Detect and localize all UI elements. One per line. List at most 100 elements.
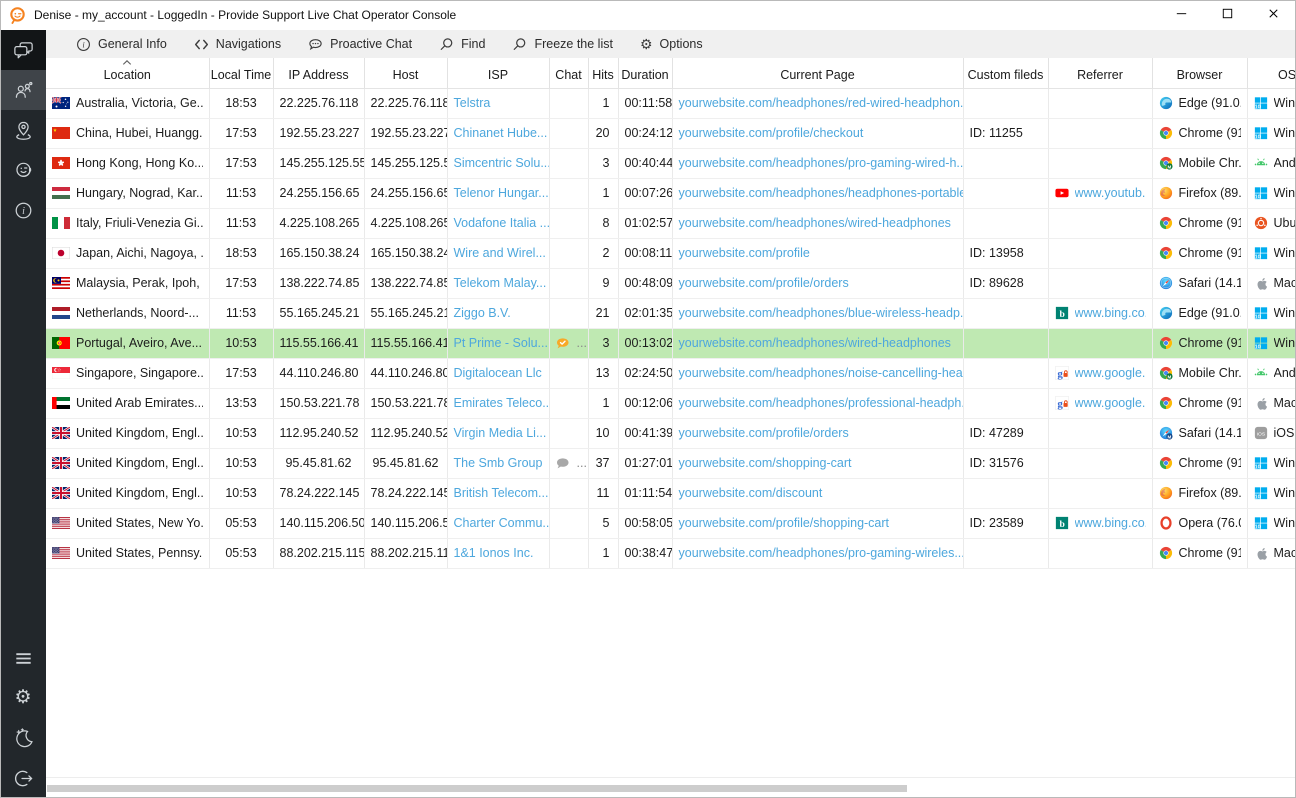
visitor-row[interactable]: China, Hubei, Huangg...17:53192.55.23.22… — [46, 118, 1296, 148]
current-page-link[interactable]: yourwebsite.com/profile/orders — [679, 426, 849, 440]
sidebar-item-menu[interactable] — [0, 638, 46, 678]
sidebar-item-theme[interactable] — [0, 718, 46, 758]
column-header-referrer[interactable]: Referrer — [1048, 58, 1152, 88]
isp-link[interactable]: Telekom Malay... — [454, 276, 547, 290]
column-header-host[interactable]: Host — [364, 58, 447, 88]
toolbar-item-find[interactable]: Find — [439, 37, 485, 52]
current-page-link[interactable]: yourwebsite.com/headphones/pro-gaming-wi… — [679, 546, 964, 560]
current-page-link[interactable]: yourwebsite.com/headphones/noise-cancell… — [679, 366, 964, 380]
isp-cell: Chinanet Hube... — [447, 118, 549, 148]
toolbar-item-options[interactable]: ⚙Options — [640, 37, 703, 51]
youtube-icon — [1055, 186, 1069, 200]
minimize-button[interactable] — [1158, 0, 1204, 30]
visitor-row[interactable]: United Arab Emirates...13:53150.53.221.7… — [46, 388, 1296, 418]
toolbar-label: General Info — [98, 37, 167, 51]
isp-link[interactable]: Ziggo B.V. — [454, 306, 511, 320]
browser-label: Safari (14.1) — [1179, 276, 1241, 290]
close-button[interactable] — [1250, 0, 1296, 30]
isp-link[interactable]: Telstra — [454, 96, 491, 110]
sidebar-item-geo-location[interactable] — [0, 110, 46, 150]
current-page-link[interactable]: yourwebsite.com/headphones/wired-headpho… — [679, 216, 951, 230]
magnifier-icon — [512, 37, 527, 52]
current-page-link[interactable]: yourwebsite.com/profile/checkout — [679, 126, 864, 140]
isp-link[interactable]: British Telecom... — [454, 486, 549, 500]
visitor-row[interactable]: Singapore, Singapore...17:5344.110.246.8… — [46, 358, 1296, 388]
win10-icon: 10 — [1254, 186, 1268, 200]
chat-cell — [549, 208, 588, 238]
referrer-link[interactable]: www.youtub... — [1075, 186, 1146, 200]
current-page-link[interactable]: yourwebsite.com/discount — [679, 486, 823, 500]
isp-link[interactable]: Pt Prime - Solu... — [454, 336, 548, 350]
column-header-custom-fileds[interactable]: Custom fileds — [963, 58, 1048, 88]
column-header-local-time[interactable]: Local Time — [209, 58, 273, 88]
column-header-ip-address[interactable]: IP Address — [273, 58, 364, 88]
sidebar-item-logout[interactable] — [0, 758, 46, 798]
visitor-row[interactable]: Malaysia, Perak, Ipoh, ...17:53138.222.7… — [46, 268, 1296, 298]
host-cell: 165.150.38.24 — [364, 238, 447, 268]
referrer-link[interactable]: www.google... — [1075, 366, 1146, 380]
isp-link[interactable]: Vodafone Italia ... — [454, 216, 550, 230]
column-header-location[interactable]: Location — [46, 58, 209, 88]
referrer-link[interactable]: www.bing.co... — [1075, 306, 1146, 320]
isp-link[interactable]: Chinanet Hube... — [454, 126, 548, 140]
isp-link[interactable]: Simcentric Solu... — [454, 156, 550, 170]
current-page-link[interactable]: yourwebsite.com/headphones/blue-wireless… — [679, 306, 964, 320]
visitor-row[interactable]: United States, Pennsy...05:5388.202.215.… — [46, 538, 1296, 568]
referrer-link[interactable]: www.google... — [1075, 396, 1146, 410]
sidebar-item-visitors[interactable] — [0, 70, 46, 110]
referrer-link[interactable]: www.bing.co... — [1075, 516, 1146, 530]
browser-label: Opera (76.0) — [1179, 516, 1241, 530]
visitor-row[interactable]: Japan, Aichi, Nagoya, ...18:53165.150.38… — [46, 238, 1296, 268]
isp-link[interactable]: Charter Commu... — [454, 516, 550, 530]
visitor-row[interactable]: United Kingdom, Engl...10:5378.24.222.14… — [46, 478, 1296, 508]
current-page-link[interactable]: yourwebsite.com/headphones/professional-… — [679, 396, 964, 410]
visitor-row[interactable]: Portugal, Aveiro, Ave...10:53115.55.166.… — [46, 328, 1296, 358]
visitor-row[interactable]: United Kingdom, Engl...10:53112.95.240.5… — [46, 418, 1296, 448]
current-page-link[interactable]: yourwebsite.com/headphones/wired-headpho… — [679, 336, 951, 350]
isp-link[interactable]: Emirates Teleco... — [454, 396, 550, 410]
sidebar-item-settings[interactable]: ⚙ — [0, 678, 46, 718]
visitor-row[interactable]: United Kingdom, Engl...10:5395.45.81.629… — [46, 448, 1296, 478]
local-time-cell: 10:53 — [209, 448, 273, 478]
current-page-link[interactable]: yourwebsite.com/profile/shopping-cart — [679, 516, 890, 530]
isp-link[interactable]: The Smb Group — [454, 456, 543, 470]
sidebar-item-info[interactable]: i — [0, 190, 46, 230]
current-page-link[interactable]: yourwebsite.com/headphones/headphones-po… — [679, 186, 964, 200]
toolbar-item-proactive-chat[interactable]: Proactive Chat — [308, 37, 412, 52]
hits-cell: 11 — [588, 478, 618, 508]
current-page-link[interactable]: yourwebsite.com/shopping-cart — [679, 456, 852, 470]
visitor-row[interactable]: United States, New Yo...05:53140.115.206… — [46, 508, 1296, 538]
column-header-browser[interactable]: Browser — [1152, 58, 1247, 88]
isp-link[interactable]: Wire and Wirel... — [454, 246, 546, 260]
toolbar-item-general-info[interactable]: iGeneral Info — [76, 37, 167, 52]
isp-link[interactable]: Telenor Hungar... — [454, 186, 549, 200]
toolbar-item-freeze-the-list[interactable]: Freeze the list — [512, 37, 613, 52]
column-header-isp[interactable]: ISP — [447, 58, 549, 88]
sidebar-item-chats[interactable] — [0, 30, 46, 70]
current-page-link[interactable]: yourwebsite.com/profile — [679, 246, 810, 260]
column-header-hits[interactable]: Hits — [588, 58, 618, 88]
visitor-row[interactable]: Hungary, Nograd, Kar...11:5324.255.156.6… — [46, 178, 1296, 208]
current-page-link[interactable]: yourwebsite.com/headphones/red-wired-hea… — [679, 96, 964, 110]
isp-link[interactable]: 1&1 Ionos Inc. — [454, 546, 534, 560]
scrollbar-thumb[interactable] — [47, 785, 907, 792]
visitor-row[interactable]: Australia, Victoria, Ge...18:5322.225.76… — [46, 88, 1296, 118]
column-header-chat[interactable]: Chat — [549, 58, 588, 88]
visitor-row[interactable]: Netherlands, Noord-...11:5355.165.245.21… — [46, 298, 1296, 328]
current-page-link[interactable]: yourwebsite.com/headphones/pro-gaming-wi… — [679, 156, 964, 170]
hits-cell: 5 — [588, 508, 618, 538]
maximize-button[interactable] — [1204, 0, 1250, 30]
isp-link[interactable]: Virgin Media Li... — [454, 426, 547, 440]
current-page-link[interactable]: yourwebsite.com/profile/orders — [679, 276, 849, 290]
column-header-os[interactable]: OS — [1247, 58, 1296, 88]
column-header-duration[interactable]: Duration — [618, 58, 672, 88]
visitor-row[interactable]: Hong Kong, Hong Ko...17:53145.255.125.55… — [46, 148, 1296, 178]
horizontal-scrollbar[interactable] — [46, 777, 1296, 798]
column-header-current-page[interactable]: Current Page — [672, 58, 963, 88]
sidebar-item-operators[interactable] — [0, 150, 46, 190]
visitor-row[interactable]: Italy, Friuli-Venezia Gi...11:534.225.10… — [46, 208, 1296, 238]
chat-cell — [549, 358, 588, 388]
current-page-cell: yourwebsite.com/headphones/pro-gaming-wi… — [672, 148, 963, 178]
isp-link[interactable]: Digitalocean Llc — [454, 366, 542, 380]
toolbar-item-navigations[interactable]: Navigations — [194, 37, 281, 52]
